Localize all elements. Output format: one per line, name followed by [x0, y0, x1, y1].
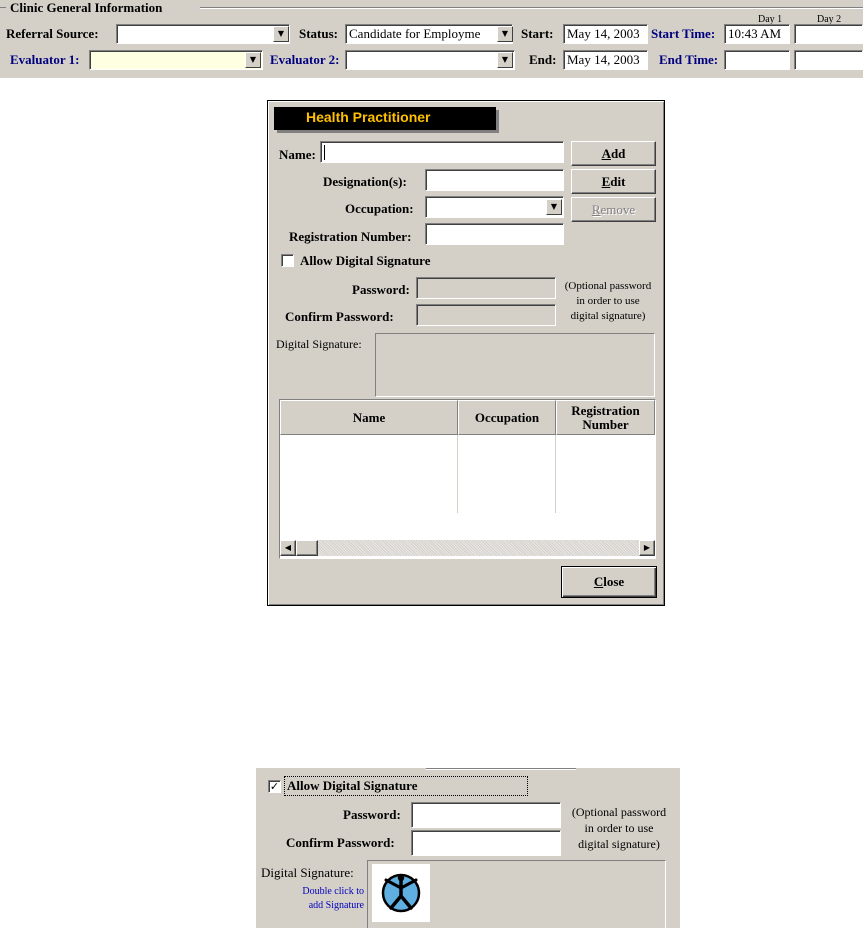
password-field[interactable] — [416, 277, 556, 299]
day2-start-time-field[interactable] — [794, 24, 863, 44]
password-label: Password: — [343, 807, 401, 822]
divider — [426, 769, 576, 770]
remove-button-accel: R — [591, 202, 601, 217]
confirm-password-field[interactable] — [416, 304, 556, 326]
remove-button[interactable]: Remove — [571, 197, 656, 222]
close-button-accel: C — [593, 574, 604, 589]
chevron-down-icon[interactable]: ▼ — [273, 26, 289, 42]
group-title: Clinic General Information — [10, 0, 163, 15]
vitruvian-figure-svg — [381, 873, 421, 913]
clinic-general-info-panel: Clinic General Information Day 1 Day 2 R… — [0, 0, 863, 78]
signature-hint-line: add Signature — [308, 900, 364, 911]
confirm-password-field[interactable] — [411, 830, 561, 856]
password-field[interactable] — [411, 802, 561, 828]
name-label: Name: — [279, 147, 316, 162]
add-button-accel: A — [601, 146, 611, 161]
referral-source-label: Referral Source: — [6, 26, 99, 41]
designations-field[interactable] — [425, 169, 564, 191]
add-button[interactable]: Add — [571, 141, 656, 166]
column-divider — [457, 435, 458, 513]
dialog-title-bar: Health Practitioner — [274, 107, 496, 130]
end-time-field[interactable] — [724, 50, 790, 70]
scrollbar-thumb[interactable] — [296, 540, 318, 556]
designations-label: Designation(s): — [323, 174, 407, 189]
status-select[interactable]: Candidate for Employme — [345, 24, 513, 44]
allow-signature-checkbox[interactable] — [281, 254, 294, 267]
chevron-down-icon[interactable]: ▼ — [497, 26, 513, 42]
password-note-line: in order to use — [584, 821, 654, 835]
vitruvian-figure-icon[interactable] — [372, 864, 430, 922]
edit-button-accel: E — [601, 174, 611, 189]
evaluator1-label: Evaluator 1: — [10, 52, 80, 67]
edit-button-label: dit — [610, 174, 626, 189]
remove-button-label: emove — [600, 202, 636, 217]
day2-end-time-field[interactable] — [794, 50, 863, 70]
name-field[interactable] — [320, 141, 564, 163]
health-practitioner-dialog: Health Practitioner Name: Designation(s)… — [267, 100, 665, 606]
occupation-select[interactable] — [425, 196, 564, 218]
end-date-field[interactable]: May 14, 2003 — [563, 50, 648, 70]
chevron-down-icon[interactable]: ▼ — [497, 52, 513, 68]
password-label: Password: — [352, 282, 410, 297]
confirm-password-label: Confirm Password: — [285, 309, 394, 324]
close-button[interactable]: Close — [561, 566, 657, 598]
password-note: (Optional password in order to use digit… — [558, 279, 658, 324]
column-header-occupation[interactable]: Occupation — [458, 400, 556, 435]
dialog-title: Health Practitioner — [306, 109, 431, 125]
start-date-field[interactable]: May 14, 2003 — [563, 24, 648, 44]
text-cursor — [324, 144, 325, 160]
confirm-password-label: Confirm Password: — [286, 835, 395, 850]
add-button-label: dd — [610, 146, 626, 161]
end-time-label: End Time: — [659, 52, 719, 67]
start-time-label: Start Time: — [651, 26, 716, 41]
column-divider — [555, 435, 556, 513]
password-note-line: (Optional password — [571, 805, 667, 819]
scroll-left-icon[interactable]: ◀ — [280, 540, 296, 556]
allow-signature-label: Allow Digital Signature — [300, 253, 431, 268]
horizontal-scrollbar[interactable]: ◀ ▶ — [280, 540, 655, 556]
group-line — [200, 8, 863, 9]
digital-signature-label: Digital Signature: — [276, 337, 362, 351]
signature-hint: Double click to add Signature — [260, 885, 364, 913]
signature-enabled-detail: ✓ Allow Digital Signature Password: Conf… — [256, 768, 680, 928]
group-line — [0, 7, 6, 8]
occupation-label: Occupation: — [345, 201, 414, 216]
password-note-line: (Optional password — [564, 280, 652, 292]
digital-signature-label: Digital Signature: — [261, 865, 354, 880]
column-header-registration[interactable]: Registration Number — [556, 400, 655, 435]
registration-number-field[interactable] — [425, 223, 564, 245]
scroll-right-icon[interactable]: ▶ — [639, 540, 655, 556]
close-button-label: lose — [603, 574, 625, 589]
digital-signature-box[interactable] — [375, 333, 655, 397]
start-time-field[interactable]: 10:43 AM — [724, 24, 790, 44]
chevron-down-icon[interactable]: ▼ — [546, 199, 562, 215]
start-label: Start: — [521, 26, 554, 41]
end-label: End: — [529, 52, 557, 67]
status-label: Status: — [299, 26, 339, 41]
practitioner-grid[interactable]: Name Occupation Registration Number ◀ ▶ — [279, 399, 656, 559]
digital-signature-box[interactable] — [367, 860, 666, 928]
evaluator2-label: Evaluator 2: — [270, 52, 340, 67]
evaluator2-select[interactable] — [345, 50, 515, 70]
signature-hint-line: Double click to — [302, 886, 364, 897]
password-note-line: digital signature) — [578, 837, 660, 851]
password-note-line: digital signature) — [570, 310, 646, 322]
password-note-line: in order to use — [576, 295, 640, 307]
registration-number-label: Registration Number: — [289, 229, 412, 244]
allow-signature-checkbox-checked[interactable]: ✓ — [268, 780, 281, 793]
chevron-down-icon[interactable]: ▼ — [245, 52, 261, 68]
evaluator1-select[interactable] — [89, 50, 263, 70]
referral-source-select[interactable] — [116, 24, 290, 44]
column-header-name[interactable]: Name — [280, 400, 458, 435]
allow-signature-label: Allow Digital Signature — [287, 778, 418, 793]
password-note: (Optional password in order to use digit… — [564, 804, 674, 852]
edit-button[interactable]: Edit — [571, 169, 656, 194]
